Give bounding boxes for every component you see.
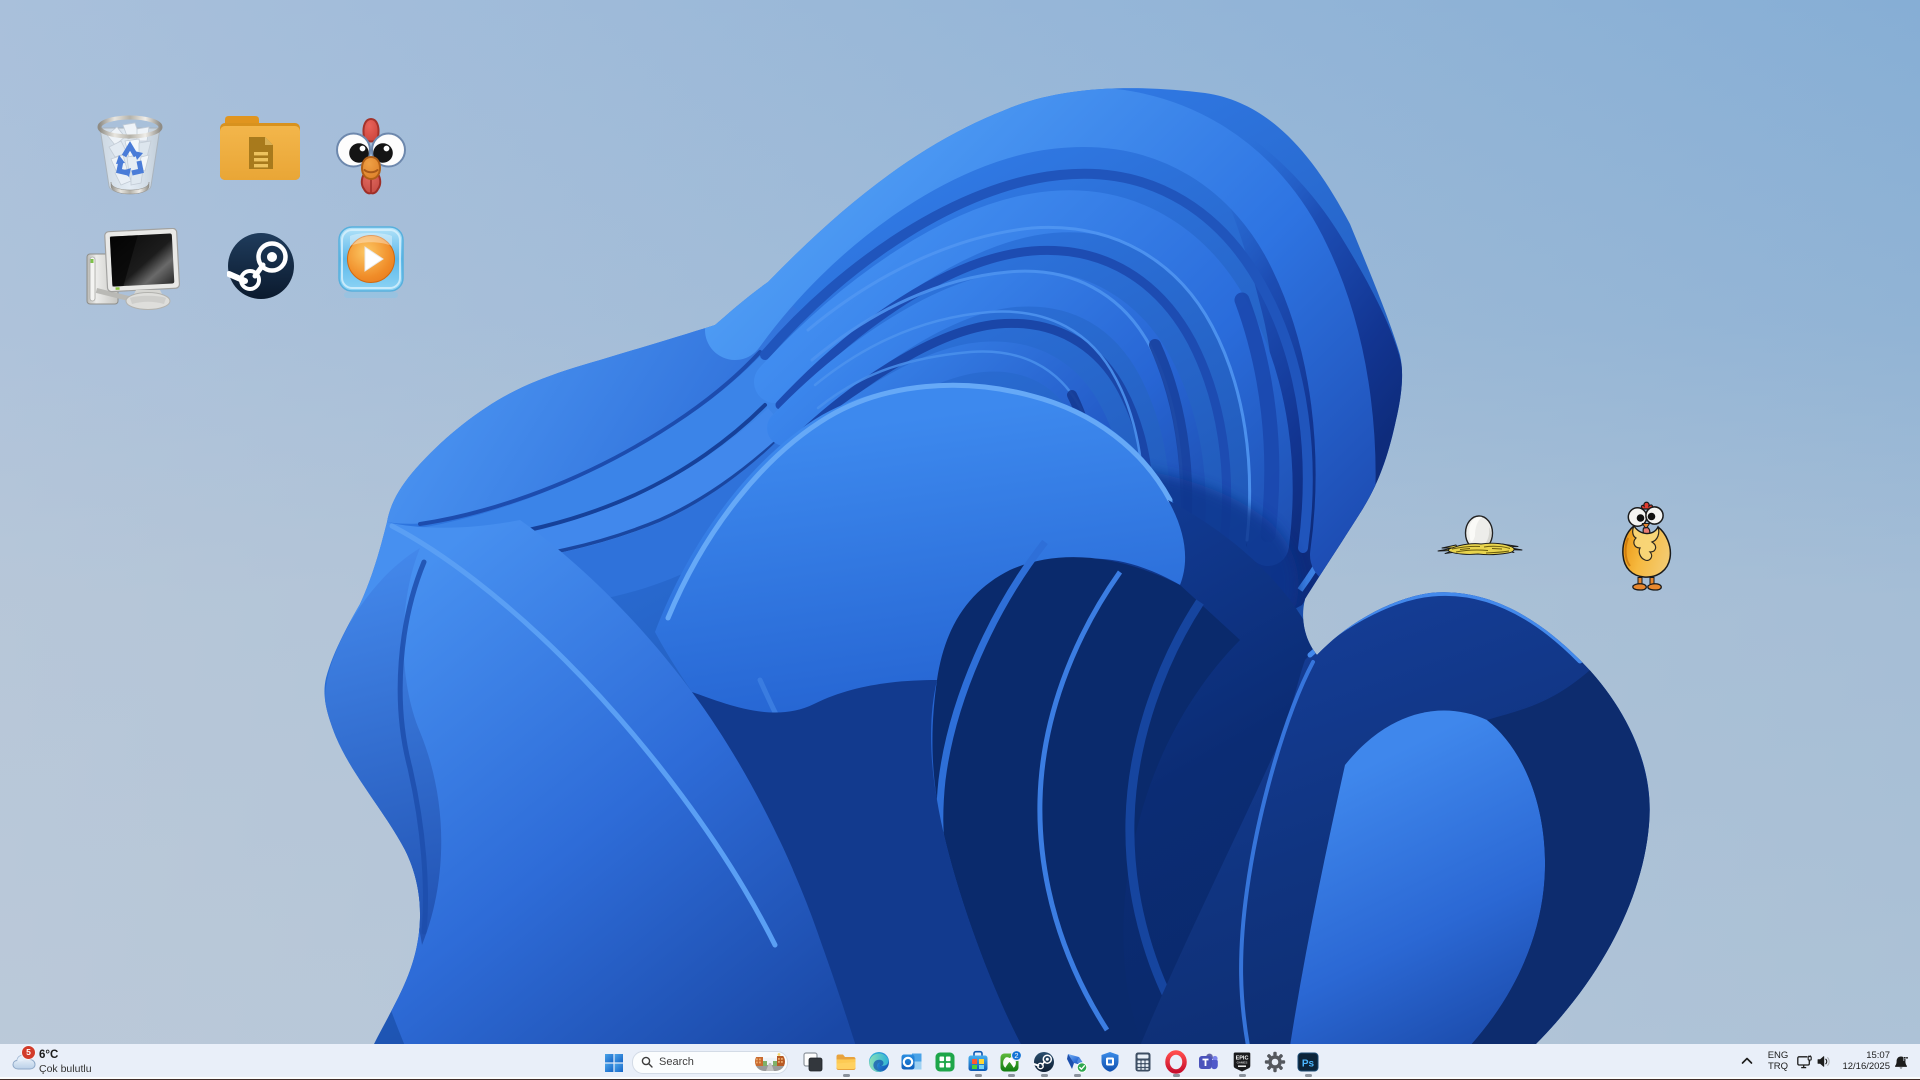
svg-text:Ps: Ps bbox=[1302, 1059, 1315, 1070]
svg-text:GAMES: GAMES bbox=[1237, 1061, 1248, 1065]
svg-text:2: 2 bbox=[1014, 1051, 1018, 1060]
